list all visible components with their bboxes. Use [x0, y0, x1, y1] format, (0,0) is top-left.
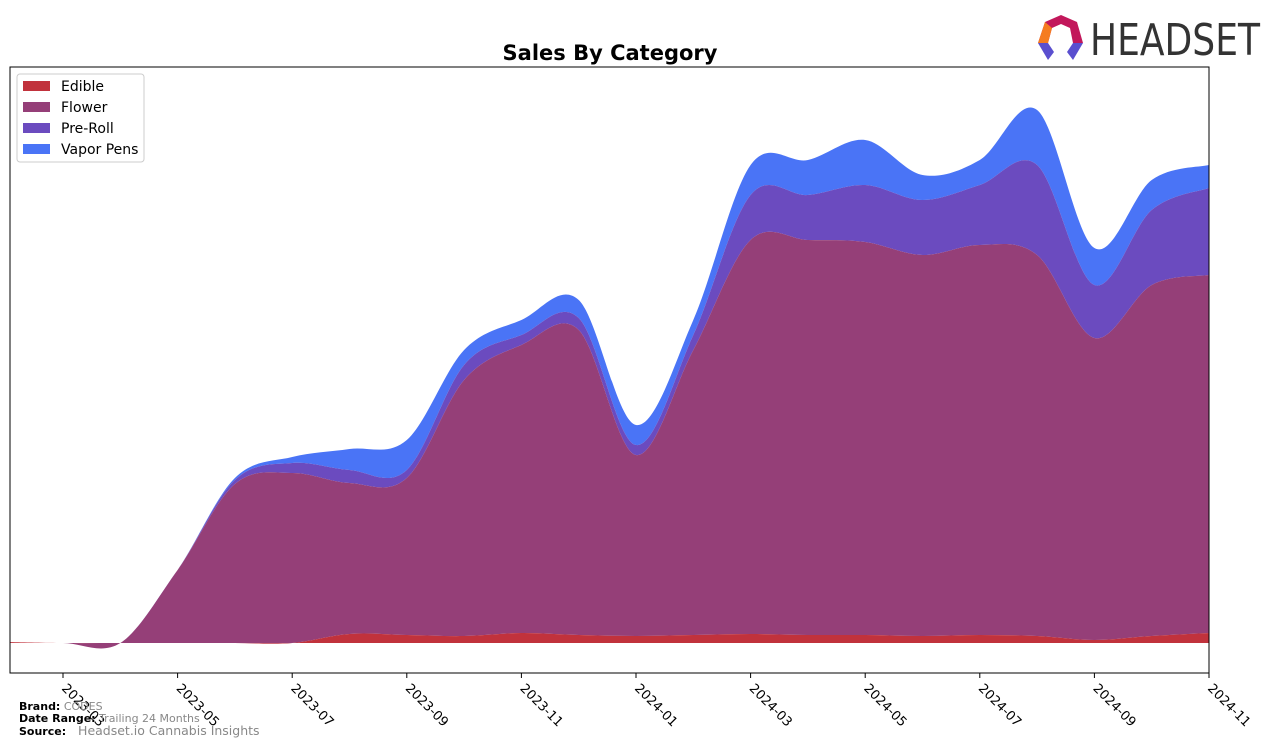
x-tick-label: 2024-01	[631, 681, 680, 730]
x-axis: 2023-03 2023-05 2023-07 2023-09 2023-11 2024-…	[58, 673, 1253, 730]
legend-label: Pre-Roll	[61, 121, 114, 137]
legend-swatch	[23, 123, 50, 133]
legend-swatch	[23, 102, 50, 112]
x-tick-label: 2023-07	[287, 681, 336, 730]
svg-text:HEADSET: HEADSET	[1090, 15, 1260, 66]
headset-logo: HEADSET	[1038, 15, 1260, 66]
x-tick-label: 2024-07	[975, 681, 1024, 730]
legend-label: Flower	[61, 100, 108, 116]
legend-label: Vapor Pens	[61, 142, 138, 158]
footer-source: Source: Headset.io Cannabis Insights	[19, 723, 260, 738]
legend-swatch	[23, 144, 50, 154]
x-tick-label: 2024-03	[746, 681, 795, 730]
chart-title: Sales By Category	[503, 41, 718, 65]
x-tick-label: 2024-11	[1204, 681, 1253, 730]
area-flower	[10, 231, 1209, 649]
areas	[10, 107, 1209, 649]
legend-swatch	[23, 81, 50, 91]
sales-by-category-chart: Sales By Category 2023-03 2023-05 2023-07 2…	[9, 15, 1260, 730]
legend: Edible Flower Pre-Roll Vapor Pens	[16, 73, 145, 163]
x-tick-label: 2024-05	[860, 681, 909, 730]
x-tick-label: 2024-09	[1090, 681, 1139, 730]
x-tick-label: 2023-11	[517, 681, 566, 730]
legend-label: Edible	[61, 79, 104, 95]
x-tick-label: 2023-09	[402, 681, 451, 730]
